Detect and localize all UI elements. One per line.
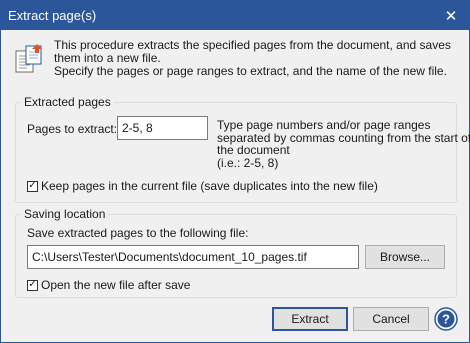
cancel-button[interactable]: Cancel	[353, 307, 429, 331]
keep-pages-checkbox-row[interactable]: ✓ Keep pages in the current file (save d…	[27, 179, 378, 193]
title-bar: Extract page(s) ✕	[1, 1, 469, 30]
help-button[interactable]: ?	[434, 307, 458, 331]
open-after-save-checkbox[interactable]: ✓	[27, 279, 38, 291]
document-extract-icon	[15, 44, 42, 73]
saving-location-group: Saving location Save extracted pages to …	[15, 207, 457, 298]
intro-text: This procedure extracts the specified pa…	[54, 39, 459, 78]
check-icon: ✓	[28, 279, 37, 290]
open-after-save-label: Open the new file after save	[41, 278, 191, 292]
pages-help-line-1: Type page numbers and/or page ranges	[217, 118, 431, 132]
close-icon: ✕	[444, 7, 458, 25]
check-icon: ✓	[28, 180, 37, 191]
keep-pages-checkbox[interactable]: ✓	[27, 180, 38, 192]
pages-help-line-4: (i.e.: 2-5, 8)	[217, 155, 279, 170]
pages-help-line-3: the document	[217, 143, 290, 157]
extracted-pages-group-label: Extracted pages	[21, 95, 114, 109]
browse-button[interactable]: Browse...	[365, 245, 445, 269]
pages-help-text: Type page numbers and/or page ranges sep…	[217, 118, 470, 170]
intro-line-2: Specify the pages or page ranges to extr…	[54, 64, 447, 78]
extract-pages-dialog: Extract page(s) ✕ This procedure extract…	[0, 0, 470, 343]
extracted-pages-group: Extracted pages Pages to extract: Type p…	[15, 95, 470, 203]
extract-button[interactable]: Extract	[272, 307, 348, 331]
pages-to-extract-input[interactable]	[117, 116, 208, 140]
saving-location-group-label: Saving location	[21, 207, 109, 221]
intro-line-1: This procedure extracts the specified pa…	[54, 38, 451, 65]
help-icon-glyph: ?	[442, 312, 450, 327]
file-path-input[interactable]	[27, 245, 359, 269]
save-to-file-label: Save extracted pages to the following fi…	[27, 226, 249, 240]
close-button[interactable]: ✕	[433, 1, 469, 30]
pages-to-extract-label: Pages to extract:	[27, 122, 118, 136]
dialog-title: Extract page(s)	[8, 8, 97, 23]
keep-pages-label: Keep pages in the current file (save dup…	[41, 179, 378, 193]
open-after-save-checkbox-row[interactable]: ✓ Open the new file after save	[27, 278, 190, 292]
